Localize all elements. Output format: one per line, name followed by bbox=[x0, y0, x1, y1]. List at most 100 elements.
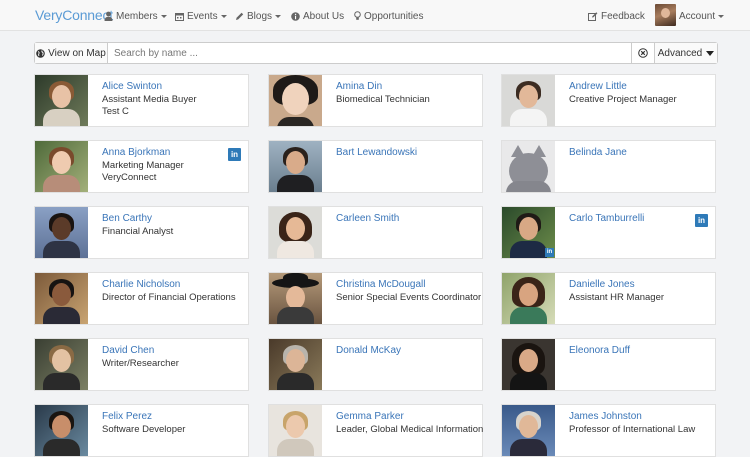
member-photo[interactable] bbox=[269, 273, 322, 324]
linkedin-icon[interactable]: in bbox=[228, 148, 241, 161]
chevron-down-icon bbox=[718, 14, 725, 18]
member-photo[interactable] bbox=[35, 207, 88, 258]
member-photo[interactable] bbox=[269, 141, 322, 192]
member-photo[interactable] bbox=[35, 273, 88, 324]
member-title: Assistant HR Manager bbox=[569, 292, 665, 303]
member-photo[interactable] bbox=[502, 75, 555, 126]
member-title: Leader, Global Medical Information bbox=[336, 424, 484, 435]
member-title: Biomedical Technician bbox=[336, 94, 430, 105]
member-title: Senior Special Events Coordinator bbox=[336, 292, 482, 303]
member-photo[interactable] bbox=[35, 75, 88, 126]
member-card[interactable]: Anna Bjorkman Marketing Manager VeryConn… bbox=[34, 140, 249, 193]
member-title: Financial Analyst bbox=[102, 226, 174, 237]
chevron-down-icon bbox=[275, 14, 282, 18]
member-photo[interactable] bbox=[35, 405, 88, 456]
advanced-label: Advanced bbox=[657, 47, 703, 59]
member-name[interactable]: Bart Lewandowski bbox=[336, 147, 417, 158]
member-photo[interactable] bbox=[502, 141, 555, 192]
member-photo[interactable] bbox=[502, 339, 555, 390]
member-name[interactable]: Belinda Jane bbox=[569, 147, 627, 158]
member-name[interactable]: Charlie Nicholson bbox=[102, 279, 180, 290]
member-title: Director of Financial Operations bbox=[102, 292, 236, 303]
advanced-search-button[interactable]: Advanced bbox=[654, 43, 717, 63]
member-name[interactable]: Eleonora Duff bbox=[569, 345, 630, 356]
member-name[interactable]: Anna Bjorkman bbox=[102, 147, 170, 158]
nav-about-link[interactable]: About Us bbox=[291, 9, 344, 23]
member-card[interactable]: Donald McKay bbox=[268, 338, 483, 391]
chevron-down-icon bbox=[160, 14, 167, 18]
member-name[interactable]: Amina Din bbox=[336, 81, 382, 92]
member-search-bar: View on Map Advanced bbox=[34, 42, 718, 64]
member-card[interactable]: Charlie Nicholson Director of Financial … bbox=[34, 272, 249, 325]
member-name[interactable]: James Johnston bbox=[569, 411, 642, 422]
nav-members-label: Members bbox=[116, 10, 158, 22]
member-photo[interactable] bbox=[269, 405, 322, 456]
nav-opportunities-label: Opportunities bbox=[364, 10, 424, 22]
member-card[interactable]: Danielle Jones Assistant HR Manager bbox=[501, 272, 716, 325]
member-name[interactable]: Andrew Little bbox=[569, 81, 627, 92]
nav-events-menu[interactable]: Events bbox=[175, 9, 227, 23]
clear-search-button[interactable] bbox=[631, 43, 654, 63]
member-card[interactable]: Bart Lewandowski bbox=[268, 140, 483, 193]
member-card[interactable]: Alice Swinton Assistant Media Buyer Test… bbox=[34, 74, 249, 127]
member-photo[interactable] bbox=[269, 207, 322, 258]
member-name[interactable]: Felix Perez bbox=[102, 411, 152, 422]
account-avatar[interactable] bbox=[655, 4, 676, 26]
member-photo[interactable] bbox=[35, 141, 88, 192]
edit-icon bbox=[588, 11, 598, 21]
member-card[interactable]: Ben Carthy Financial Analyst bbox=[34, 206, 249, 259]
member-name[interactable]: David Chen bbox=[102, 345, 154, 356]
top-navbar: VeryConnect Members Events Blogs About U… bbox=[0, 0, 750, 31]
nav-account-label: Account bbox=[679, 10, 716, 22]
nav-account-menu[interactable]: Account bbox=[679, 9, 725, 23]
member-photo[interactable]: in bbox=[502, 207, 555, 258]
brand-logo[interactable]: VeryConnect bbox=[35, 7, 113, 23]
member-name[interactable]: Donald McKay bbox=[336, 345, 401, 356]
nav-blogs-menu[interactable]: Blogs bbox=[235, 9, 282, 23]
member-name[interactable]: Danielle Jones bbox=[569, 279, 635, 290]
nav-members-menu[interactable]: Members bbox=[104, 9, 167, 23]
member-card[interactable]: Andrew Little Creative Project Manager bbox=[501, 74, 716, 127]
member-photo[interactable] bbox=[502, 273, 555, 324]
member-card[interactable]: Carleen Smith bbox=[268, 206, 483, 259]
clear-circle-icon bbox=[638, 48, 648, 58]
member-photo[interactable] bbox=[35, 339, 88, 390]
search-input[interactable] bbox=[108, 44, 631, 62]
member-card[interactable]: Amina Din Biomedical Technician bbox=[268, 74, 483, 127]
member-card[interactable]: Christina McDougall Senior Special Event… bbox=[268, 272, 483, 325]
member-name[interactable]: Carlo Tamburrelli bbox=[569, 213, 644, 224]
member-name[interactable]: Ben Carthy bbox=[102, 213, 152, 224]
nav-feedback-link[interactable]: Feedback bbox=[588, 9, 645, 23]
member-card[interactable]: Eleonora Duff bbox=[501, 338, 716, 391]
member-name[interactable]: Gemma Parker bbox=[336, 411, 404, 422]
pencil-icon bbox=[236, 12, 244, 20]
member-card[interactable]: in Carlo Tamburrelli in bbox=[501, 206, 716, 259]
linkedin-icon[interactable]: in bbox=[695, 214, 708, 227]
member-title: Assistant Media Buyer bbox=[102, 94, 197, 105]
member-name[interactable]: Alice Swinton bbox=[102, 81, 162, 92]
member-name[interactable]: Carleen Smith bbox=[336, 213, 399, 224]
member-card[interactable]: David Chen Writer/Researcher bbox=[34, 338, 249, 391]
member-photo[interactable] bbox=[502, 405, 555, 456]
member-card[interactable]: James Johnston Professor of Internationa… bbox=[501, 404, 716, 457]
member-company: VeryConnect bbox=[102, 172, 157, 183]
member-name[interactable]: Christina McDougall bbox=[336, 279, 425, 290]
nav-about-label: About Us bbox=[303, 10, 345, 22]
nav-opportunities-link[interactable]: Opportunities bbox=[354, 9, 423, 23]
member-title: Creative Project Manager bbox=[569, 94, 677, 105]
member-card[interactable]: Belinda Jane bbox=[501, 140, 716, 193]
chevron-down-icon bbox=[220, 14, 227, 18]
member-title: Professor of International Law bbox=[569, 424, 696, 435]
member-title: Writer/Researcher bbox=[102, 358, 179, 369]
member-photo[interactable] bbox=[269, 339, 322, 390]
nav-events-label: Events bbox=[187, 10, 218, 22]
member-title: Marketing Manager bbox=[102, 160, 184, 171]
view-on-map-button[interactable]: View on Map bbox=[35, 43, 108, 63]
member-photo[interactable] bbox=[269, 75, 322, 126]
calendar-icon bbox=[175, 12, 184, 21]
linkedin-badge-icon: in bbox=[545, 248, 554, 257]
member-company: Test C bbox=[102, 106, 129, 117]
member-title: Software Developer bbox=[102, 424, 186, 435]
member-card[interactable]: Gemma Parker Leader, Global Medical Info… bbox=[268, 404, 483, 457]
member-card[interactable]: Felix Perez Software Developer bbox=[34, 404, 249, 457]
